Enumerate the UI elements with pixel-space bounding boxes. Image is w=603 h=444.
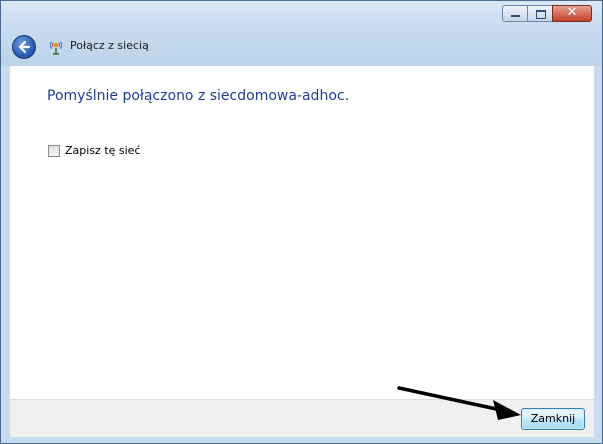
caption-buttons: ✕ [502,5,592,23]
dialog-window: ✕ Połącz z siecią Pomyślnie połączono z … [0,0,603,444]
minimize-icon [511,15,520,17]
close-icon: ✕ [566,5,578,20]
save-network-label: Zapisz tę sieć [65,144,141,157]
title-bar: ✕ Połącz z siecią [1,1,602,66]
close-window-button[interactable]: ✕ [552,5,592,22]
annotation-arrow [397,386,521,420]
page-heading: Pomyślnie połączono z siecdomowa-adhoc. [47,88,350,104]
save-network-option[interactable]: Zapisz tę sieć [48,144,141,157]
close-button[interactable]: Zamknij [521,408,585,430]
maximize-icon [536,10,546,19]
network-connect-icon [49,41,63,55]
back-arrow-icon [18,40,31,54]
content-area: Pomyślnie połączono z siecdomowa-adhoc. … [10,66,594,399]
minimize-button[interactable] [502,5,528,22]
window-title: Połącz z siecią [70,39,149,52]
back-button[interactable] [12,35,36,59]
save-network-checkbox[interactable] [48,144,60,157]
maximize-button[interactable] [527,5,553,22]
